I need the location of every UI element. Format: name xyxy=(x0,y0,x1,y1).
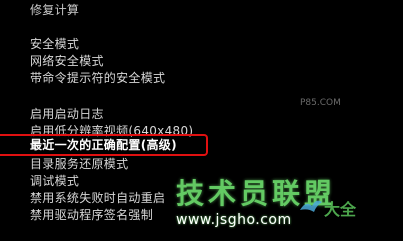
menu-item-disable-auto-restart[interactable]: 禁用系统失败时自动重启 xyxy=(30,190,165,207)
watermark-url: www.jsgho.com xyxy=(176,212,292,228)
watermark-site-text: P85.COM xyxy=(300,98,341,108)
menu-item-last-known-good[interactable]: 最近一次的正确配置(高级) xyxy=(30,137,177,154)
boot-options-screen: 修复计算 安全模式 网络安全模式 带命令提示符的安全模式 启用启动日志 启用低分… xyxy=(0,0,403,241)
bird-logo-icon xyxy=(300,200,322,212)
menu-item-debugging-mode[interactable]: 调试模式 xyxy=(30,173,79,190)
menu-header: 修复计算 xyxy=(30,3,80,17)
menu-item-directory-services-restore[interactable]: 目录服务还原模式 xyxy=(30,156,128,173)
menu-item-safe-mode-networking[interactable]: 网络安全模式 xyxy=(30,53,104,70)
menu-item-safe-mode[interactable]: 安全模式 xyxy=(30,36,79,53)
menu-item-disable-driver-signature[interactable]: 禁用驱动程序签名强制 xyxy=(30,207,153,224)
watermark-brand-secondary: 大全 xyxy=(324,200,357,219)
menu-item-boot-logging[interactable]: 启用启动日志 xyxy=(30,106,104,123)
menu-item-safe-mode-command-prompt[interactable]: 带命令提示符的安全模式 xyxy=(30,70,165,87)
